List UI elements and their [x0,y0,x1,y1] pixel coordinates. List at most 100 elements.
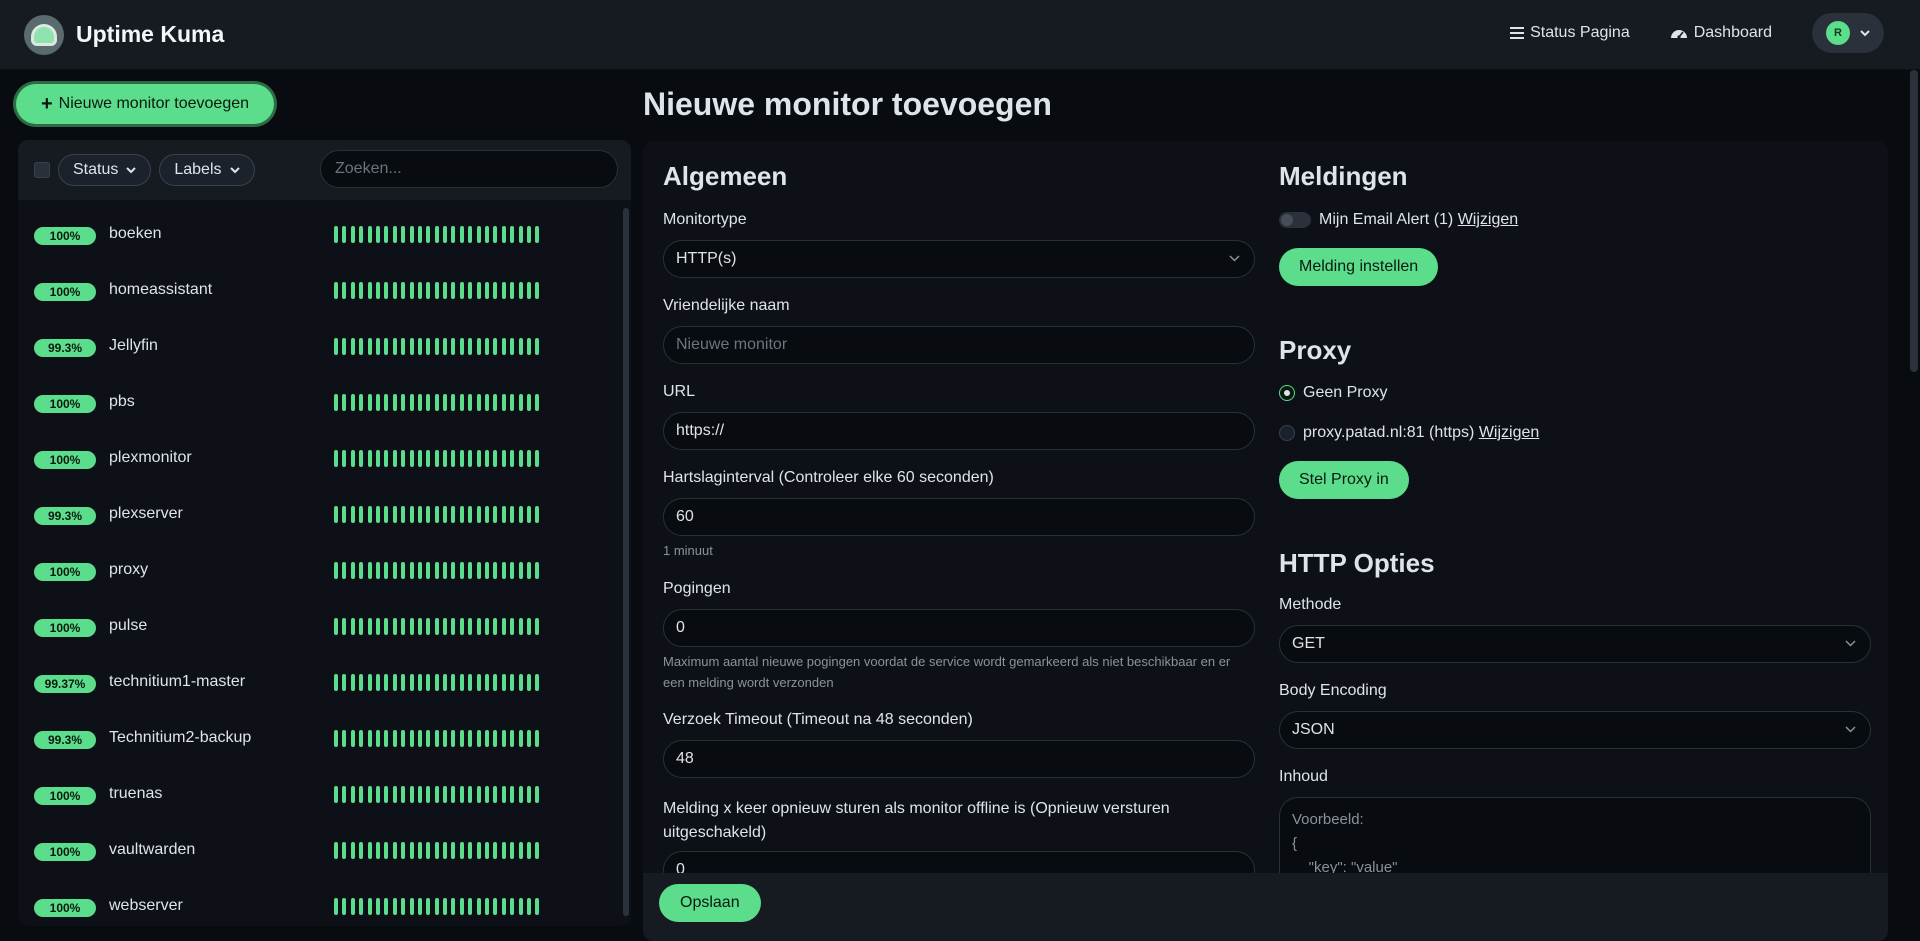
url-input[interactable]: https:// [663,412,1255,450]
heartbeat-tick [485,842,490,859]
heartbeat-tick [468,394,473,411]
heartbeat-tick [443,674,448,691]
heartbeat-tick [367,506,372,523]
select-all-checkbox[interactable] [34,162,50,178]
proxy-heading: Proxy [1279,335,1352,365]
labels-filter[interactable]: Labels [159,154,255,186]
heartbeat-tick [409,394,414,411]
page-scrollbar[interactable] [1910,70,1918,372]
monitor-name: Technitium2-backup [109,729,252,746]
timeout-input[interactable]: 48 [663,740,1255,778]
heartbeat-tick [451,394,456,411]
heartbeat-tick [535,618,540,635]
email-alert-toggle[interactable] [1279,212,1311,228]
heartbeat-bar [334,618,544,635]
interval-hint: 1 minuut [663,543,713,558]
monitor-type-select[interactable]: HTTP(s) [663,240,1255,278]
friendly-name-input[interactable]: Nieuwe monitor [663,326,1255,364]
heartbeat-tick [401,282,406,299]
heartbeat-tick [526,338,531,355]
heartbeat-tick [401,226,406,243]
uptime-badge: 99.37% [34,675,96,693]
status-filter[interactable]: Status [58,154,152,186]
uptime-badge: 99.3% [34,339,96,357]
heartbeat-tick [518,842,523,859]
monitor-row[interactable]: 100% plexmonitor [18,432,618,488]
monitor-row[interactable]: 100% vaultwarden [18,824,618,880]
search-input[interactable] [320,150,618,188]
heartbeat-tick [359,898,364,915]
heartbeat-tick [375,842,380,859]
heartbeat-tick [375,394,380,411]
no-proxy-radio[interactable] [1279,385,1295,401]
heartbeat-tick [451,450,456,467]
heartbeat-tick [359,842,364,859]
heartbeat-tick [375,282,380,299]
heartbeat-tick [417,674,422,691]
heartbeat-tick [334,786,338,803]
monitor-row[interactable]: 99.3% Jellyfin [18,320,618,376]
heartbeat-tick [526,506,531,523]
dashboard-link[interactable]: Dashboard [1670,24,1772,42]
heartbeat-tick [535,226,540,243]
uptime-badge: 100% [34,619,96,637]
http-options-heading: HTTP Opties [1279,548,1435,578]
heartbeat-tick [426,338,431,355]
uptime-badge: 100% [34,283,96,301]
brand[interactable]: Uptime Kuma [24,14,224,55]
heartbeat-tick [501,842,506,859]
interval-input[interactable]: 60 [663,498,1255,536]
add-monitor-button[interactable]: + Nieuwe monitor toevoegen [16,84,274,124]
heartbeat-tick [535,338,540,355]
heartbeat-tick [443,786,448,803]
monitor-row[interactable]: 100% webserver [18,880,618,926]
monitor-row[interactable]: 100% pbs [18,376,618,432]
heartbeat-tick [443,842,448,859]
heartbeat-tick [434,898,439,915]
proxy-radio[interactable] [1279,425,1295,441]
setup-proxy-button[interactable]: Stel Proxy in [1279,461,1409,499]
heartbeat-tick [342,450,347,467]
monitor-list-scrollbar[interactable] [623,208,629,916]
proxy-edit-link[interactable]: Wijzigen [1479,424,1539,441]
heartbeat-tick [367,674,372,691]
heartbeat-tick [417,730,422,747]
monitor-row[interactable]: 100% homeassistant [18,264,618,320]
heartbeat-tick [434,226,439,243]
monitor-row[interactable]: 100% proxy [18,544,618,600]
plus-icon: + [40,92,53,115]
heartbeat-tick [401,842,406,859]
email-alert-edit-link[interactable]: Wijzigen [1458,211,1518,228]
heartbeat-tick [476,674,481,691]
heartbeat-tick [518,730,523,747]
heartbeat-tick [443,226,448,243]
monitor-row[interactable]: 100% pulse [18,600,618,656]
retries-input[interactable]: 0 [663,609,1255,647]
heartbeat-tick [334,394,338,411]
heartbeat-tick [359,338,364,355]
monitor-row[interactable]: 100% truenas [18,768,618,824]
monitor-name: truenas [109,785,163,802]
monitor-list-toolbar: Status Labels [18,140,631,200]
method-select[interactable]: GET [1279,625,1871,663]
monitor-row[interactable]: 99.3% Technitium2-backup [18,712,618,768]
profile-dropdown[interactable]: R [1812,13,1884,53]
heartbeat-tick [518,394,523,411]
monitor-row[interactable]: 100% boeken [18,208,618,264]
method-value: GET [1292,635,1325,652]
heartbeat-tick [342,674,347,691]
setup-notification-button[interactable]: Melding instellen [1279,248,1439,286]
monitor-row[interactable]: 99.37% technitium1-master [18,656,618,712]
monitor-row[interactable]: 99.3% plexserver [18,488,618,544]
status-page-link[interactable]: Status Pagina [1510,24,1630,42]
heartbeat-tick [409,506,414,523]
heartbeat-tick [485,562,490,579]
heartbeat-tick [434,730,439,747]
save-button[interactable]: Opslaan [659,884,761,922]
heartbeat-tick [350,338,355,355]
heartbeat-tick [384,618,389,635]
heartbeat-tick [367,730,372,747]
heartbeat-tick [426,730,431,747]
heartbeat-tick [443,898,448,915]
body-encoding-select[interactable]: JSON [1279,711,1871,749]
